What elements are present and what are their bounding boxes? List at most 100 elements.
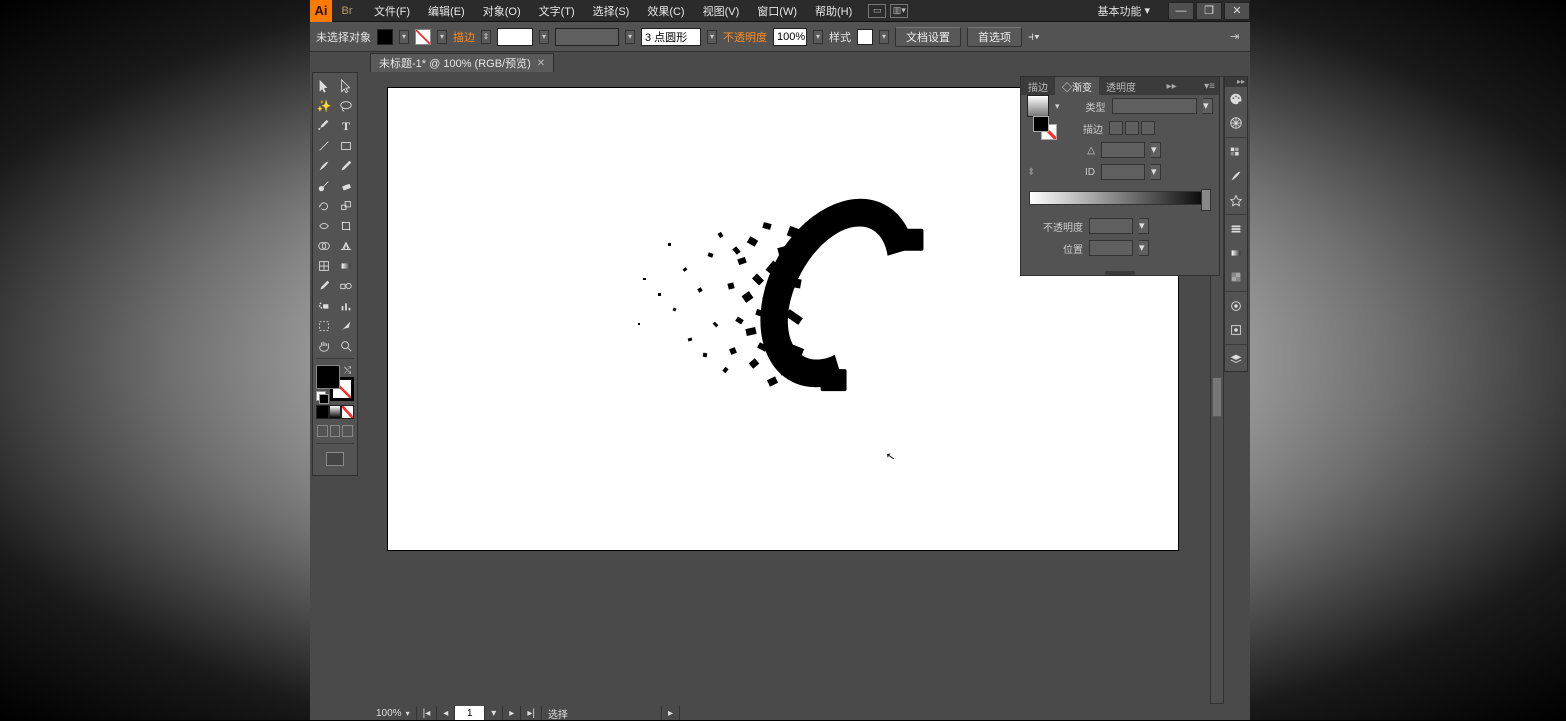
panel-menu-icon[interactable]: ▾≡: [1200, 81, 1219, 92]
eyedropper-tool[interactable]: [313, 276, 335, 296]
perspective-grid-tool[interactable]: [335, 236, 357, 256]
angle-field[interactable]: [1101, 142, 1145, 158]
artboard-next[interactable]: ▸: [503, 706, 521, 720]
workspace-switcher[interactable]: 基本功能 ▾: [1093, 1, 1154, 21]
rectangle-tool[interactable]: [335, 136, 357, 156]
opacity-label[interactable]: 不透明度: [723, 29, 767, 45]
stroke-label[interactable]: 描边: [453, 29, 475, 45]
draw-behind[interactable]: [330, 425, 341, 437]
hand-tool[interactable]: [313, 336, 335, 356]
swap-fill-stroke-icon[interactable]: ⤭: [344, 365, 354, 375]
direct-selection-tool[interactable]: [335, 76, 357, 96]
style-drop[interactable]: ▾: [879, 30, 889, 44]
swatches-panel-icon[interactable]: [1225, 140, 1247, 164]
stroke-weight-stepper[interactable]: ⇕: [481, 30, 491, 44]
panel-tab-stroke[interactable]: 描边: [1021, 77, 1055, 96]
gradient-tool[interactable]: [335, 256, 357, 276]
magic-wand-tool[interactable]: ✨: [313, 96, 335, 116]
fill-swatch[interactable]: [377, 29, 393, 45]
stroke-align-2[interactable]: [1125, 121, 1139, 135]
status-menu[interactable]: ▸: [662, 706, 680, 720]
shape-builder-tool[interactable]: [313, 236, 335, 256]
menu-type[interactable]: 文字(T): [531, 0, 583, 22]
menu-select[interactable]: 选择(S): [585, 0, 638, 22]
zoom-field[interactable]: 100%▾: [370, 706, 417, 720]
fill-stroke-control[interactable]: ⤭: [314, 365, 356, 401]
stroke-dropdown[interactable]: ▾: [437, 30, 447, 44]
h-scroll-track[interactable]: [680, 706, 692, 720]
menu-window[interactable]: 窗口(W): [749, 0, 805, 22]
document-setup-button[interactable]: 文档设置: [895, 27, 961, 47]
gradient-slider[interactable]: [1029, 191, 1211, 205]
artboard-number[interactable]: 1: [455, 706, 485, 720]
panel-collapse-icon[interactable]: ▸▸: [1163, 81, 1181, 92]
opacity-field[interactable]: 100%: [773, 28, 807, 46]
color-guide-panel-icon[interactable]: [1225, 111, 1247, 135]
bridge-icon[interactable]: Br: [338, 2, 356, 20]
panel-fill-stroke[interactable]: [1033, 116, 1057, 140]
gradient-type-field[interactable]: [1112, 98, 1197, 114]
type-tool[interactable]: T: [335, 116, 357, 136]
brushes-panel-icon[interactable]: [1225, 164, 1247, 188]
stop-location-field[interactable]: [1089, 240, 1133, 256]
dock-expand-icon[interactable]: ▸▸: [1237, 77, 1245, 87]
slice-tool[interactable]: [335, 316, 357, 336]
graphic-styles-panel-icon[interactable]: [1225, 318, 1247, 342]
color-mode-solid[interactable]: [316, 405, 329, 419]
stop-location-drop[interactable]: ▾: [1139, 240, 1149, 256]
transparency-panel-icon[interactable]: [1225, 265, 1247, 289]
stop-opacity-drop[interactable]: ▾: [1139, 218, 1149, 234]
pen-tool[interactable]: [313, 116, 335, 136]
panel-resize-grip[interactable]: [1105, 271, 1135, 275]
pencil-tool[interactable]: [335, 156, 357, 176]
stroke-panel-icon[interactable]: [1225, 217, 1247, 241]
symbols-panel-icon[interactable]: [1225, 188, 1247, 212]
gradient-type-drop[interactable]: ▾: [1203, 98, 1213, 114]
gradient-preview-swatch[interactable]: [1027, 95, 1049, 117]
eraser-tool[interactable]: [335, 176, 357, 196]
artboard-prev[interactable]: ◂: [437, 706, 455, 720]
selection-tool[interactable]: [313, 76, 335, 96]
stroke-align-3[interactable]: [1141, 121, 1155, 135]
gradient-panel-icon[interactable]: [1225, 241, 1247, 265]
color-mode-none[interactable]: [341, 405, 354, 419]
arrange-icon[interactable]: ▥▾: [890, 4, 908, 18]
menu-object[interactable]: 对象(O): [475, 0, 529, 22]
brush-field[interactable]: 3 点圆形: [641, 28, 701, 46]
artboard-tool[interactable]: [313, 316, 335, 336]
variable-width-field[interactable]: [555, 28, 619, 46]
panel-tab-gradient[interactable]: ◇渐变: [1055, 77, 1099, 96]
mesh-tool[interactable]: [313, 256, 335, 276]
draw-inside[interactable]: [342, 425, 353, 437]
layout-icon[interactable]: ▭: [868, 4, 886, 18]
width-tool[interactable]: [313, 216, 335, 236]
symbol-sprayer-tool[interactable]: [313, 296, 335, 316]
angle-drop[interactable]: ▾: [1151, 142, 1161, 158]
stroke-align-1[interactable]: [1109, 121, 1123, 135]
stroke-swatch[interactable]: [415, 29, 431, 45]
close-button[interactable]: ✕: [1224, 2, 1250, 20]
opacity-drop[interactable]: ▾: [813, 30, 823, 44]
maximize-button[interactable]: ❐: [1196, 2, 1222, 20]
scale-tool[interactable]: [335, 196, 357, 216]
stroke-weight-field[interactable]: [497, 28, 533, 46]
stroke-weight-drop[interactable]: ▾: [539, 30, 549, 44]
zoom-tool[interactable]: [335, 336, 357, 356]
free-transform-tool[interactable]: [335, 216, 357, 236]
menu-view[interactable]: 视图(V): [695, 0, 748, 22]
preferences-button[interactable]: 首选项: [967, 27, 1022, 47]
scroll-thumb[interactable]: [1212, 377, 1222, 417]
color-mode-gradient[interactable]: [329, 405, 342, 419]
stop-opacity-field[interactable]: [1089, 218, 1133, 234]
minimize-button[interactable]: —: [1168, 2, 1194, 20]
line-tool[interactable]: [313, 136, 335, 156]
blob-brush-tool[interactable]: [313, 176, 335, 196]
aspect-drop[interactable]: ▾: [1151, 164, 1161, 180]
color-panel-icon[interactable]: [1225, 87, 1247, 111]
close-icon[interactable]: ✕: [537, 58, 545, 69]
brush-drop[interactable]: ▾: [707, 30, 717, 44]
align-icon[interactable]: ⫞▾: [1028, 29, 1040, 44]
document-tab[interactable]: 未标题-1* @ 100% (RGB/预览) ✕: [370, 53, 554, 72]
panel-tab-transparency[interactable]: 透明度: [1099, 77, 1143, 96]
appearance-panel-icon[interactable]: [1225, 294, 1247, 318]
